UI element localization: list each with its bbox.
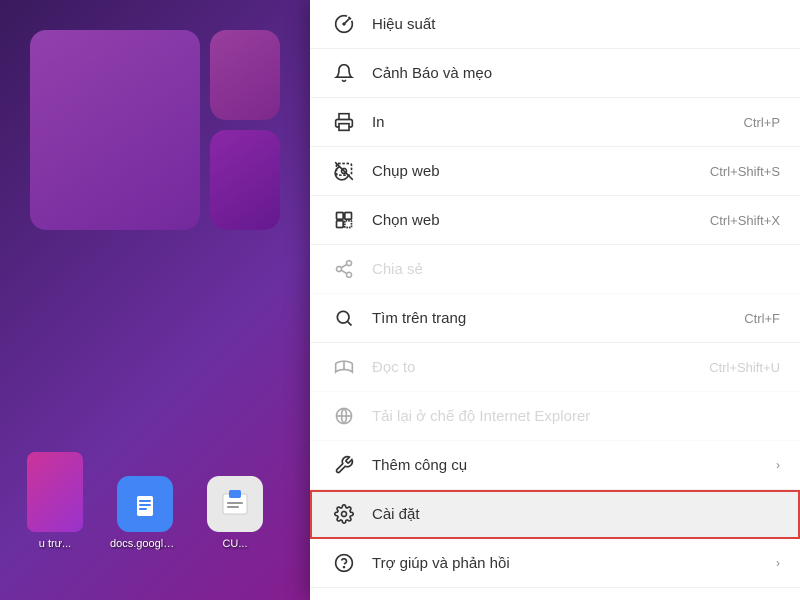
tro-giup-arrow-icon: › (776, 556, 780, 570)
desktop-icon-1[interactable]: u trư... (20, 452, 90, 550)
menu-item-them-cong-cu-label: Thêm công cụ (372, 457, 766, 474)
desktop-icons-area: u trư... docs.google.... CU... (0, 442, 290, 560)
tools-icon (330, 451, 358, 479)
menu-item-cai-dat[interactable]: Cài đặt (310, 490, 800, 539)
menu-item-in[interactable]: In Ctrl+P (310, 98, 800, 147)
hieu-suat-icon (330, 10, 358, 38)
menu-item-chup-web-label: Chụp web (372, 163, 690, 180)
menu-item-chon-web-label: Chọn web (372, 212, 690, 229)
icon-label-1: u trư... (20, 538, 90, 550)
ie-icon (330, 402, 358, 430)
icon-label-3: CU... (200, 538, 270, 550)
desktop-icon-docs[interactable]: docs.google.... (110, 476, 180, 550)
desktop-icon-3[interactable]: CU... (200, 476, 270, 550)
menu-item-in-shortcut: Ctrl+P (744, 115, 780, 130)
settings-icon (330, 500, 358, 528)
menu-item-chia-se: Chia sẻ (310, 245, 800, 294)
menu-item-tai-lai-ie: Tải lại ở chế độ Internet Explorer (310, 392, 800, 441)
icon-label-docs: docs.google.... (110, 538, 180, 550)
desktop-card-2 (210, 30, 280, 120)
menu-item-cai-dat-label: Cài đặt (372, 506, 780, 523)
share-icon (330, 255, 358, 283)
menu-item-tro-giup-label: Trợ giúp và phản hồi (372, 555, 766, 572)
menu-item-doc-to-label: Đọc to (372, 359, 689, 376)
menu-item-in-label: In (372, 114, 724, 131)
menu-item-doc-to-shortcut: Ctrl+Shift+U (709, 360, 780, 375)
icon-img-docs (117, 476, 173, 532)
menu-item-tim-trang[interactable]: Tìm trên trang Ctrl+F (310, 294, 800, 343)
menu-item-chup-web-shortcut: Ctrl+Shift+S (710, 164, 780, 179)
icon-img-3 (207, 476, 263, 532)
menu-item-hieu-suat[interactable]: Hiệu suất (310, 0, 800, 49)
menu-item-tim-trang-shortcut: Ctrl+F (744, 311, 780, 326)
read-icon (330, 353, 358, 381)
menu-item-hieu-suat-label: Hiệu suất (372, 16, 780, 33)
bell-icon (330, 59, 358, 87)
menu-item-tim-trang-label: Tìm trên trang (372, 310, 724, 327)
search-icon (330, 304, 358, 332)
menu-item-chia-se-label: Chia sẻ (372, 261, 780, 278)
menu-item-canh-bao-label: Cảnh Báo và mẹo (372, 65, 780, 82)
menu-item-them-cong-cu[interactable]: Thêm công cụ › (310, 441, 800, 490)
icon-img-1 (27, 452, 83, 532)
menu-item-chon-web[interactable]: Chọn web Ctrl+Shift+X (310, 196, 800, 245)
print-icon (330, 108, 358, 136)
menu-item-canh-bao[interactable]: Cảnh Báo và mẹo (310, 49, 800, 98)
menu-item-tro-giup[interactable]: Trợ giúp và phản hồi › (310, 539, 800, 588)
them-cong-cu-arrow-icon: › (776, 458, 780, 472)
menu-item-doc-to: Đọc to Ctrl+Shift+U (310, 343, 800, 392)
menu-item-tai-lai-ie-label: Tải lại ở chế độ Internet Explorer (372, 408, 780, 425)
menu-item-chon-web-shortcut: Ctrl+Shift+X (710, 213, 780, 228)
desktop-card-3 (210, 130, 280, 230)
help-icon (330, 549, 358, 577)
context-menu: Hiệu suất Cảnh Báo và mẹo In Ctrl+P (310, 0, 800, 600)
clip-icon (219, 488, 251, 520)
select-icon (330, 206, 358, 234)
desktop-card-1 (30, 30, 200, 230)
screenshot-icon (330, 157, 358, 185)
docs-icon (129, 488, 161, 520)
menu-item-chup-web[interactable]: Chụp web Ctrl+Shift+S (310, 147, 800, 196)
